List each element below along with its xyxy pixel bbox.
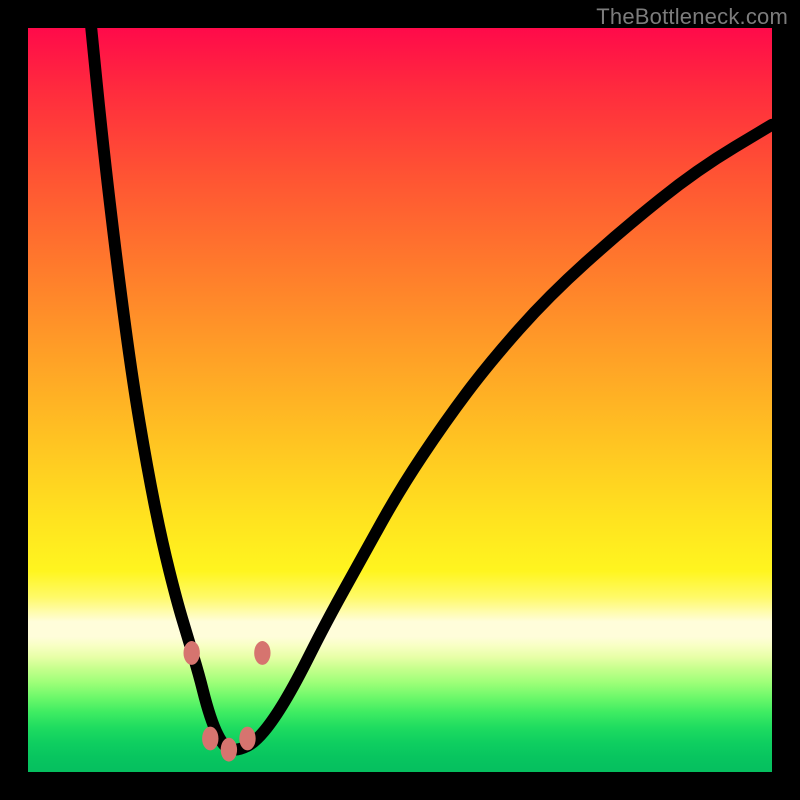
chart-svg bbox=[28, 28, 772, 772]
watermark-text: TheBottleneck.com bbox=[596, 4, 788, 30]
curve-marker bbox=[221, 738, 237, 762]
plot-area bbox=[28, 28, 772, 772]
curve-marker bbox=[254, 641, 270, 665]
curve-marker bbox=[239, 727, 255, 751]
chart-frame: TheBottleneck.com bbox=[0, 0, 800, 800]
curve-marker bbox=[183, 641, 199, 665]
curve-marker bbox=[202, 727, 218, 751]
